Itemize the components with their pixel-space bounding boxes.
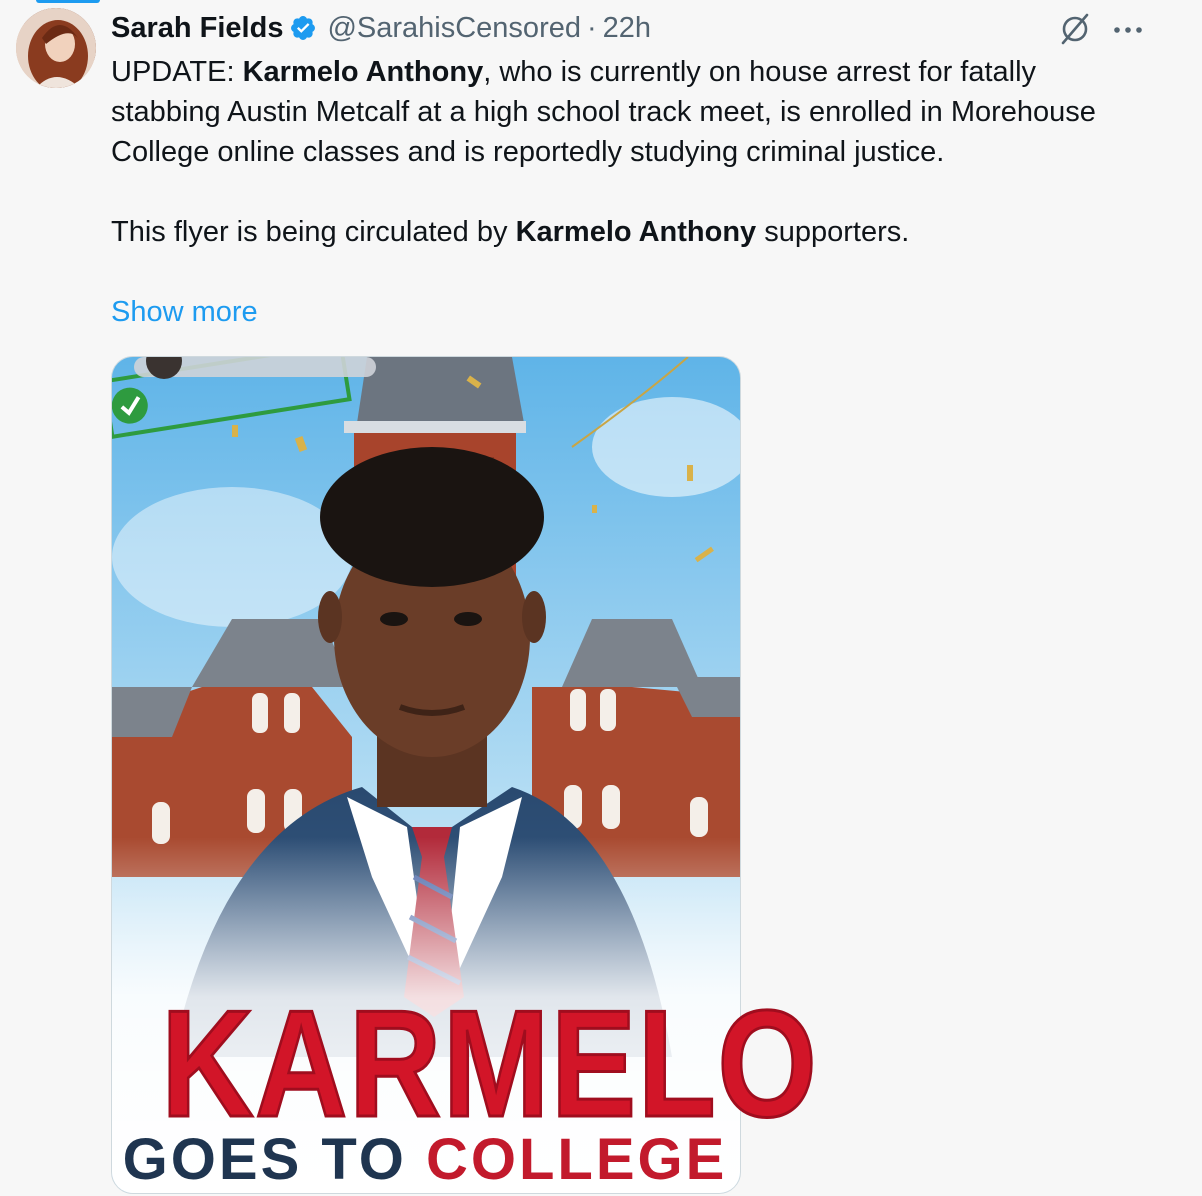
verified-badge-icon[interactable]: [289, 14, 317, 42]
flyer-title: KARMELO: [160, 979, 819, 1149]
paragraph-2-pre: This flyer is being circulated by: [111, 216, 516, 248]
header-separator: ·: [586, 11, 597, 44]
flyer-subtitle-part-1: GOES TO: [122, 1127, 426, 1192]
more-options-icon[interactable]: [1112, 22, 1144, 40]
tweet-body: UPDATE: Karmelo Anthony, who is currentl…: [111, 52, 1131, 252]
paragraph-2-post: supporters.: [756, 216, 910, 248]
avatar[interactable]: [16, 8, 96, 88]
grok-icon[interactable]: [1058, 12, 1092, 51]
flyer-subtitle-part-2: COLLEGE: [425, 1127, 728, 1192]
active-tab-indicator: [36, 0, 100, 3]
tweet-header: Sarah Fields @SarahisCensored · 22h: [111, 8, 651, 48]
bold-name: Karmelo Anthony: [515, 216, 757, 248]
flyer-subtitle: GOES TO COLLEGE: [111, 1128, 739, 1192]
show-more-link[interactable]: Show more: [111, 292, 258, 332]
bold-name: Karmelo Anthony: [242, 56, 484, 88]
author-handle[interactable]: @SarahisCensored: [327, 12, 581, 45]
update-prefix: UPDATE:: [111, 56, 243, 88]
author-name[interactable]: Sarah Fields: [111, 12, 283, 45]
tweet-paragraph-2: This flyer is being circulated by Karmel…: [111, 212, 1131, 252]
tweet-timestamp[interactable]: 22h: [603, 12, 651, 45]
tweet-paragraph-1: UPDATE: Karmelo Anthony, who is currentl…: [111, 52, 1131, 172]
avatar-photo: [16, 8, 96, 88]
